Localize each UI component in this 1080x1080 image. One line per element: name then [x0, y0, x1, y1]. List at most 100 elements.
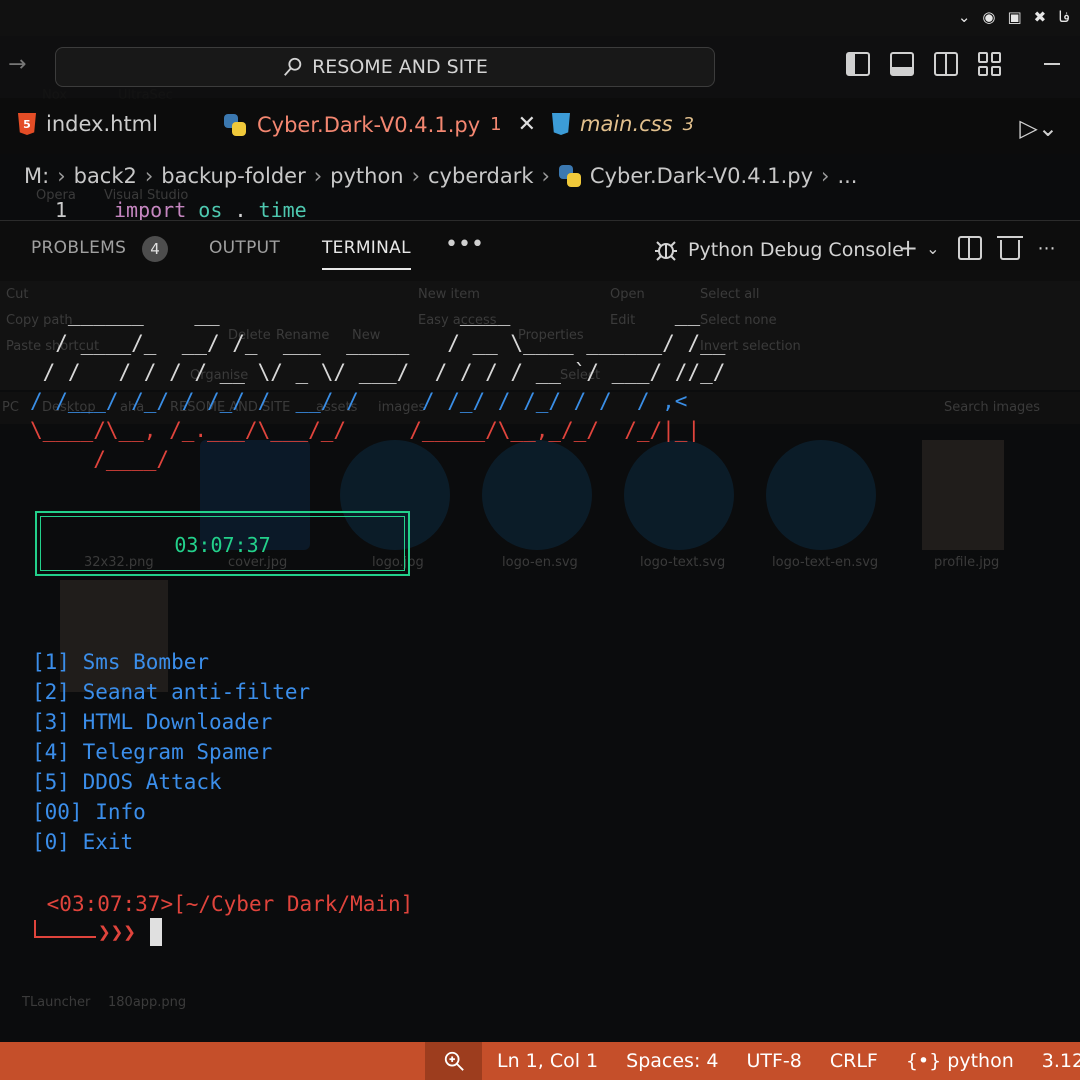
ascii-banner: ______ __ ____ __ / ____/_ __/ /_ ___ __… [30, 300, 725, 474]
close-icon[interactable]: ✕ [518, 112, 536, 137]
breadcrumb-item[interactable]: Cyber.Dark-V0.4.1.py [590, 164, 813, 188]
toggle-panel-icon[interactable] [890, 52, 914, 76]
chevron-right-icon: › [144, 164, 154, 188]
menu-option: [0] Exit [32, 830, 134, 854]
breadcrumb: M: › back2 › backup-folder › python › cyberd… [24, 164, 857, 188]
ascii-row: / / / / / / __ \/ _ \/ ___/ / / / / __ `… [30, 360, 726, 384]
speaker-muted-icon[interactable]: ✖ [1034, 8, 1047, 26]
search-placeholder: Search images [944, 400, 1041, 415]
breadcrumb-item[interactable]: cyberdark [428, 164, 533, 188]
more-actions-icon[interactable]: ⋯ [1038, 238, 1056, 259]
chevron-right-icon: › [821, 164, 830, 188]
problems-count-badge: 4 [142, 236, 168, 262]
menu-option: [3] HTML Downloader [32, 710, 273, 734]
clock-box: 03:07:37 [35, 511, 410, 576]
clock-time: 03:07:37 [174, 533, 271, 557]
language-icon[interactable]: فا [1058, 8, 1070, 26]
trash-icon[interactable] [996, 236, 1023, 260]
file-name: profile.jpg [934, 555, 1000, 570]
terminal-menu: [1] Sms Bomber [2] Seanat anti-filter [3… [32, 650, 310, 860]
language-label: python [947, 1050, 1014, 1072]
chevron-down-icon[interactable]: ⌄ [926, 239, 939, 258]
tab-cyber-dark-py[interactable]: Cyber.Dark-V0.4.1.py 1 ✕ [223, 112, 536, 137]
breadcrumb-item[interactable]: M: [24, 164, 49, 188]
file-thumbnail [922, 440, 1004, 550]
toggle-primary-sidebar-icon[interactable] [846, 52, 870, 76]
search-icon [284, 57, 302, 76]
tab-index-html[interactable]: 5 index.html [18, 112, 158, 136]
command-center-search[interactable]: RESOME AND SITE [55, 47, 715, 87]
breadcrumb-item[interactable]: back2 [74, 164, 137, 188]
magnifier-icon [444, 1051, 464, 1071]
breadcrumb-item[interactable]: python [330, 164, 403, 188]
ribbon-label: Cut [6, 287, 29, 302]
line-number: 1 [55, 198, 68, 220]
desktop-label: 180app.png [108, 995, 187, 1010]
tab-problem-count: 1 [490, 114, 502, 135]
python-file-icon [223, 113, 247, 137]
terminal-cursor[interactable] [150, 918, 162, 946]
css-file-icon [552, 113, 570, 135]
file-name: logo-text.svg [640, 555, 726, 570]
debug-bug-icon [655, 241, 677, 261]
toggle-secondary-sidebar-icon[interactable] [934, 52, 958, 76]
code-keyword: import [114, 198, 187, 220]
tab-output[interactable]: OUTPUT [209, 238, 280, 258]
split-terminal-icon[interactable] [957, 236, 982, 260]
file-name: logo-en.svg [502, 555, 578, 570]
code-module: time [258, 198, 307, 220]
file-name: logo-text-en.svg [772, 555, 879, 570]
tab-label: index.html [46, 112, 158, 136]
menu-option: [4] Telegram Spamer [32, 740, 273, 764]
editor-tab-bar [0, 98, 1080, 154]
prompt-arrow-icon [34, 920, 96, 938]
tab-terminal[interactable]: TERMINAL [322, 238, 411, 270]
chevron-right-icon: › [313, 164, 323, 188]
tab-problems[interactable]: PROBLEMS [31, 238, 126, 258]
chevron-down-icon[interactable]: ⌄ [958, 8, 971, 26]
language-mode[interactable]: {•} python [906, 1050, 1014, 1072]
status-bar: Ln 1, Col 1 Spaces: 4 UTF-8 CRLF {•} pyt… [0, 1042, 1080, 1080]
customize-layout-icon[interactable] [978, 52, 1002, 76]
menu-option: [1] Sms Bomber [32, 650, 210, 674]
code-punct: . [234, 198, 247, 220]
desktop-label: TLauncher [22, 995, 91, 1010]
chevron-right-icon: › [541, 164, 550, 188]
terminal-prompt: <03:07:37>[~/Cyber Dark/Main] [34, 892, 414, 916]
braces-icon: {•} [905, 1050, 942, 1072]
indentation[interactable]: Spaces: 4 [626, 1050, 718, 1072]
ascii-row: / /___/ /_/ / /_/ / __/ / / /_/ / /_/ / … [30, 389, 688, 413]
prompt-text: <03:07:37>[~/Cyber Dark/Main] [46, 892, 414, 916]
html-file-icon: 5 [18, 113, 36, 135]
python-file-icon [558, 164, 582, 188]
zoom-icon[interactable] [425, 1042, 482, 1080]
breadcrumb-item[interactable]: backup-folder [161, 164, 305, 188]
terminal-selector[interactable]: Python Debug Console [652, 236, 904, 264]
os-taskbar-top: ⌄ ◉ ▣ ✖ فا [0, 0, 1080, 36]
encoding[interactable]: UTF-8 [746, 1050, 801, 1072]
menu-option: [5] DDOS Attack [32, 770, 222, 794]
more-actions-icon[interactable]: ••• [445, 232, 484, 257]
ascii-row: / ____/_ __/ /_ ___ _____ / __ \____ ___… [30, 331, 726, 355]
display-icon[interactable]: ▣ [1007, 8, 1021, 26]
tab-main-css[interactable]: main.css 3 [552, 112, 694, 136]
tab-label: main.css [580, 112, 673, 136]
cursor-position[interactable]: Ln 1, Col 1 [497, 1050, 598, 1072]
menu-option: [00] Info [32, 800, 146, 824]
menu-option: [2] Seanat anti-filter [32, 680, 311, 704]
new-terminal-icon[interactable]: + [898, 234, 918, 262]
run-python-file-icon[interactable]: ▷⌄ [1019, 114, 1058, 142]
editor-code-line[interactable]: 1 import os . time [0, 196, 1080, 220]
command-center-label: RESOME AND SITE [312, 56, 488, 78]
breadcrumb-item[interactable]: ... [837, 164, 857, 188]
tab-problem-count: 3 [682, 113, 695, 135]
terminal-name: Python Debug Console [688, 239, 904, 261]
webcam-icon[interactable]: ◉ [982, 8, 995, 26]
arrow-right-icon[interactable]: → [8, 52, 26, 77]
python-version[interactable]: 3.12.0 6 [1042, 1050, 1080, 1072]
minimize-icon[interactable] [1044, 63, 1060, 65]
path-segment: PC [2, 400, 19, 415]
chevron-right-icon: › [411, 164, 421, 188]
end-of-line[interactable]: CRLF [830, 1050, 878, 1072]
code-module: os [198, 198, 223, 220]
